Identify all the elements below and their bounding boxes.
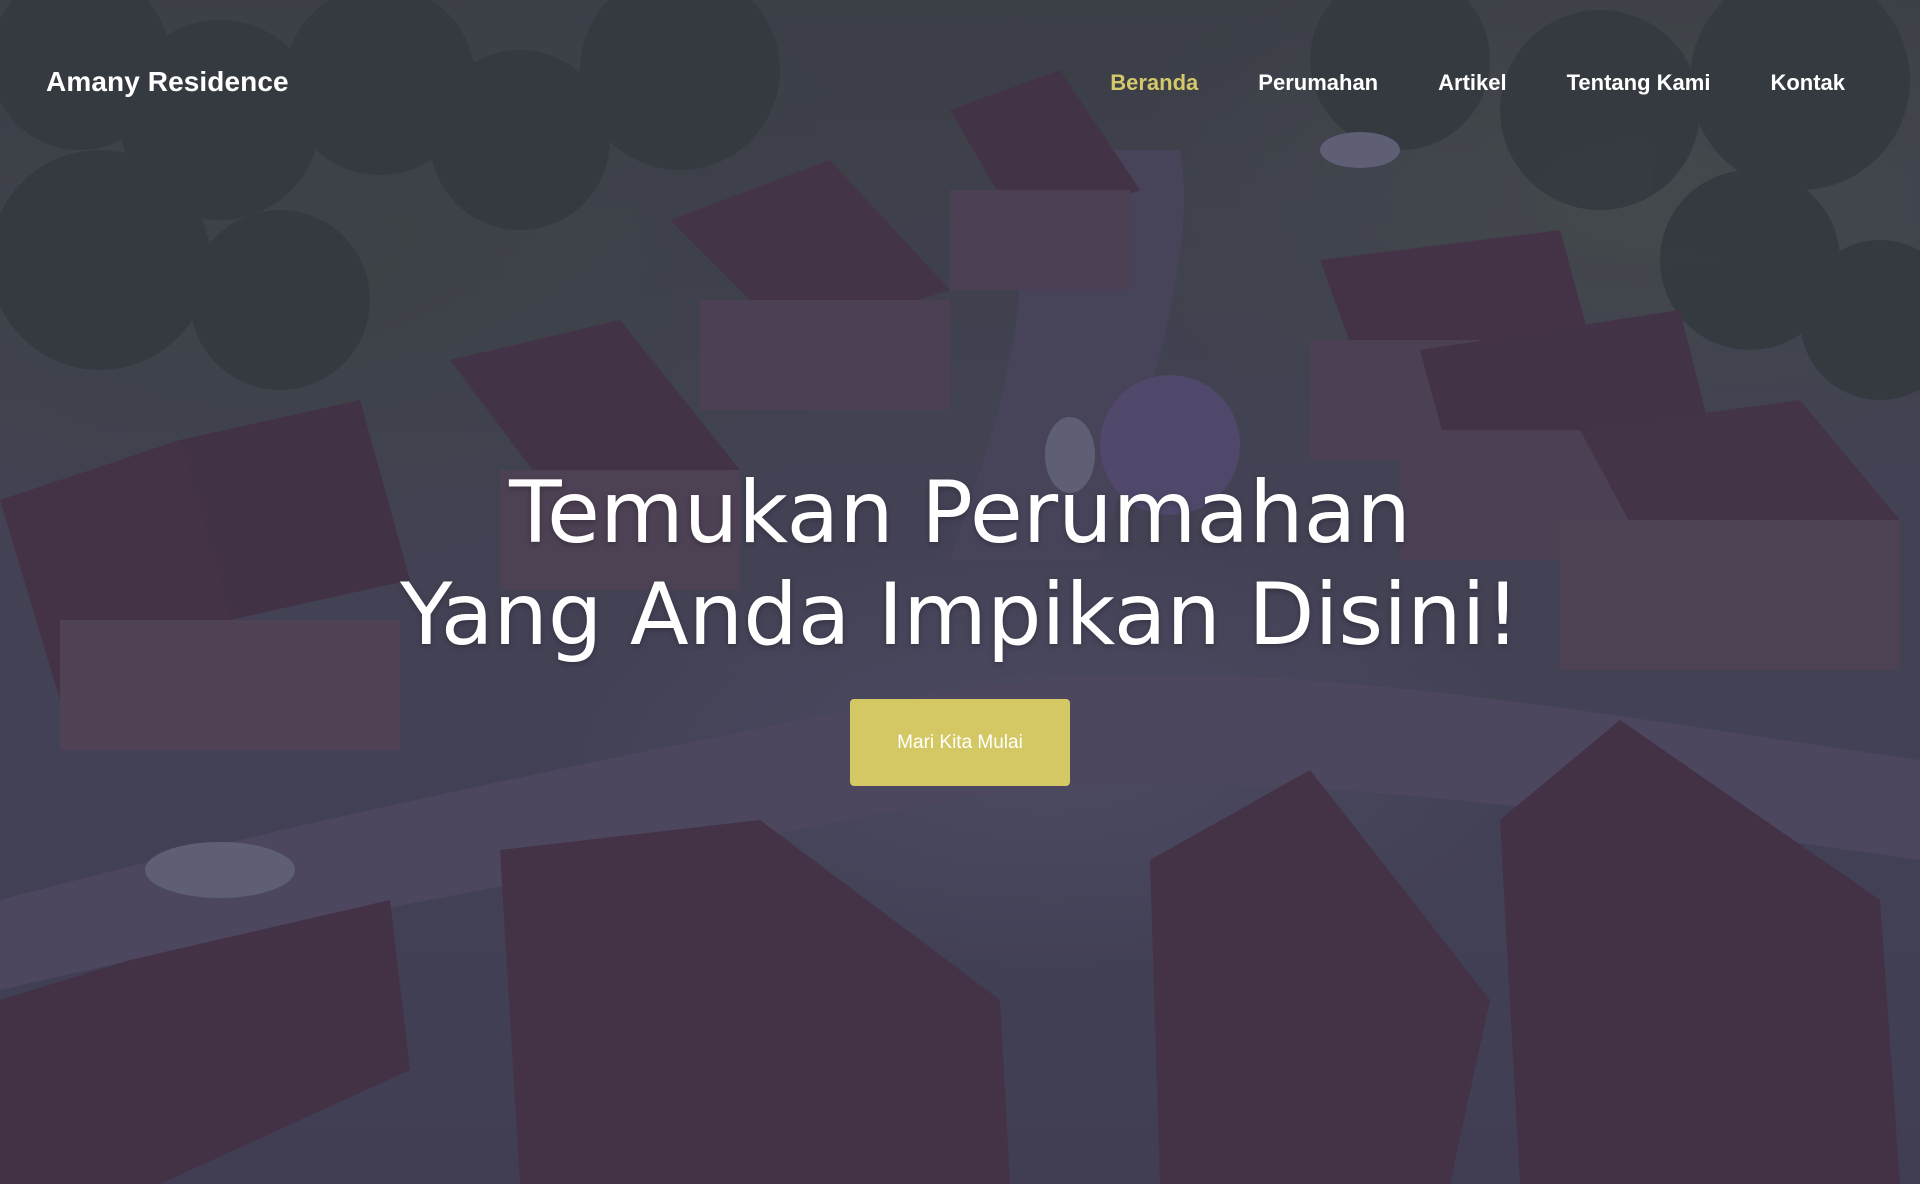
nav-item-artikel[interactable]: Artikel — [1438, 70, 1506, 96]
nav-item-kontak[interactable]: Kontak — [1770, 70, 1845, 96]
main-nav: Beranda Perumahan Artikel Tentang Kami K… — [1050, 70, 1845, 96]
hero-title-line-1: Temukan Perumahan — [509, 463, 1411, 563]
get-started-button[interactable]: Mari Kita Mulai — [850, 699, 1070, 786]
navbar: Amany Residence Beranda Perumahan Artike… — [0, 0, 1920, 166]
hero-title: Temukan Perumahan Yang Anda Impikan Disi… — [0, 462, 1920, 666]
nav-item-tentang-kami[interactable]: Tentang Kami — [1567, 70, 1711, 96]
nav-item-beranda[interactable]: Beranda — [1110, 70, 1198, 96]
brand-logo[interactable]: Amany Residence — [46, 66, 289, 98]
hero-title-line-2: Yang Anda Impikan Disini! — [400, 565, 1520, 665]
nav-item-perumahan[interactable]: Perumahan — [1258, 70, 1378, 96]
